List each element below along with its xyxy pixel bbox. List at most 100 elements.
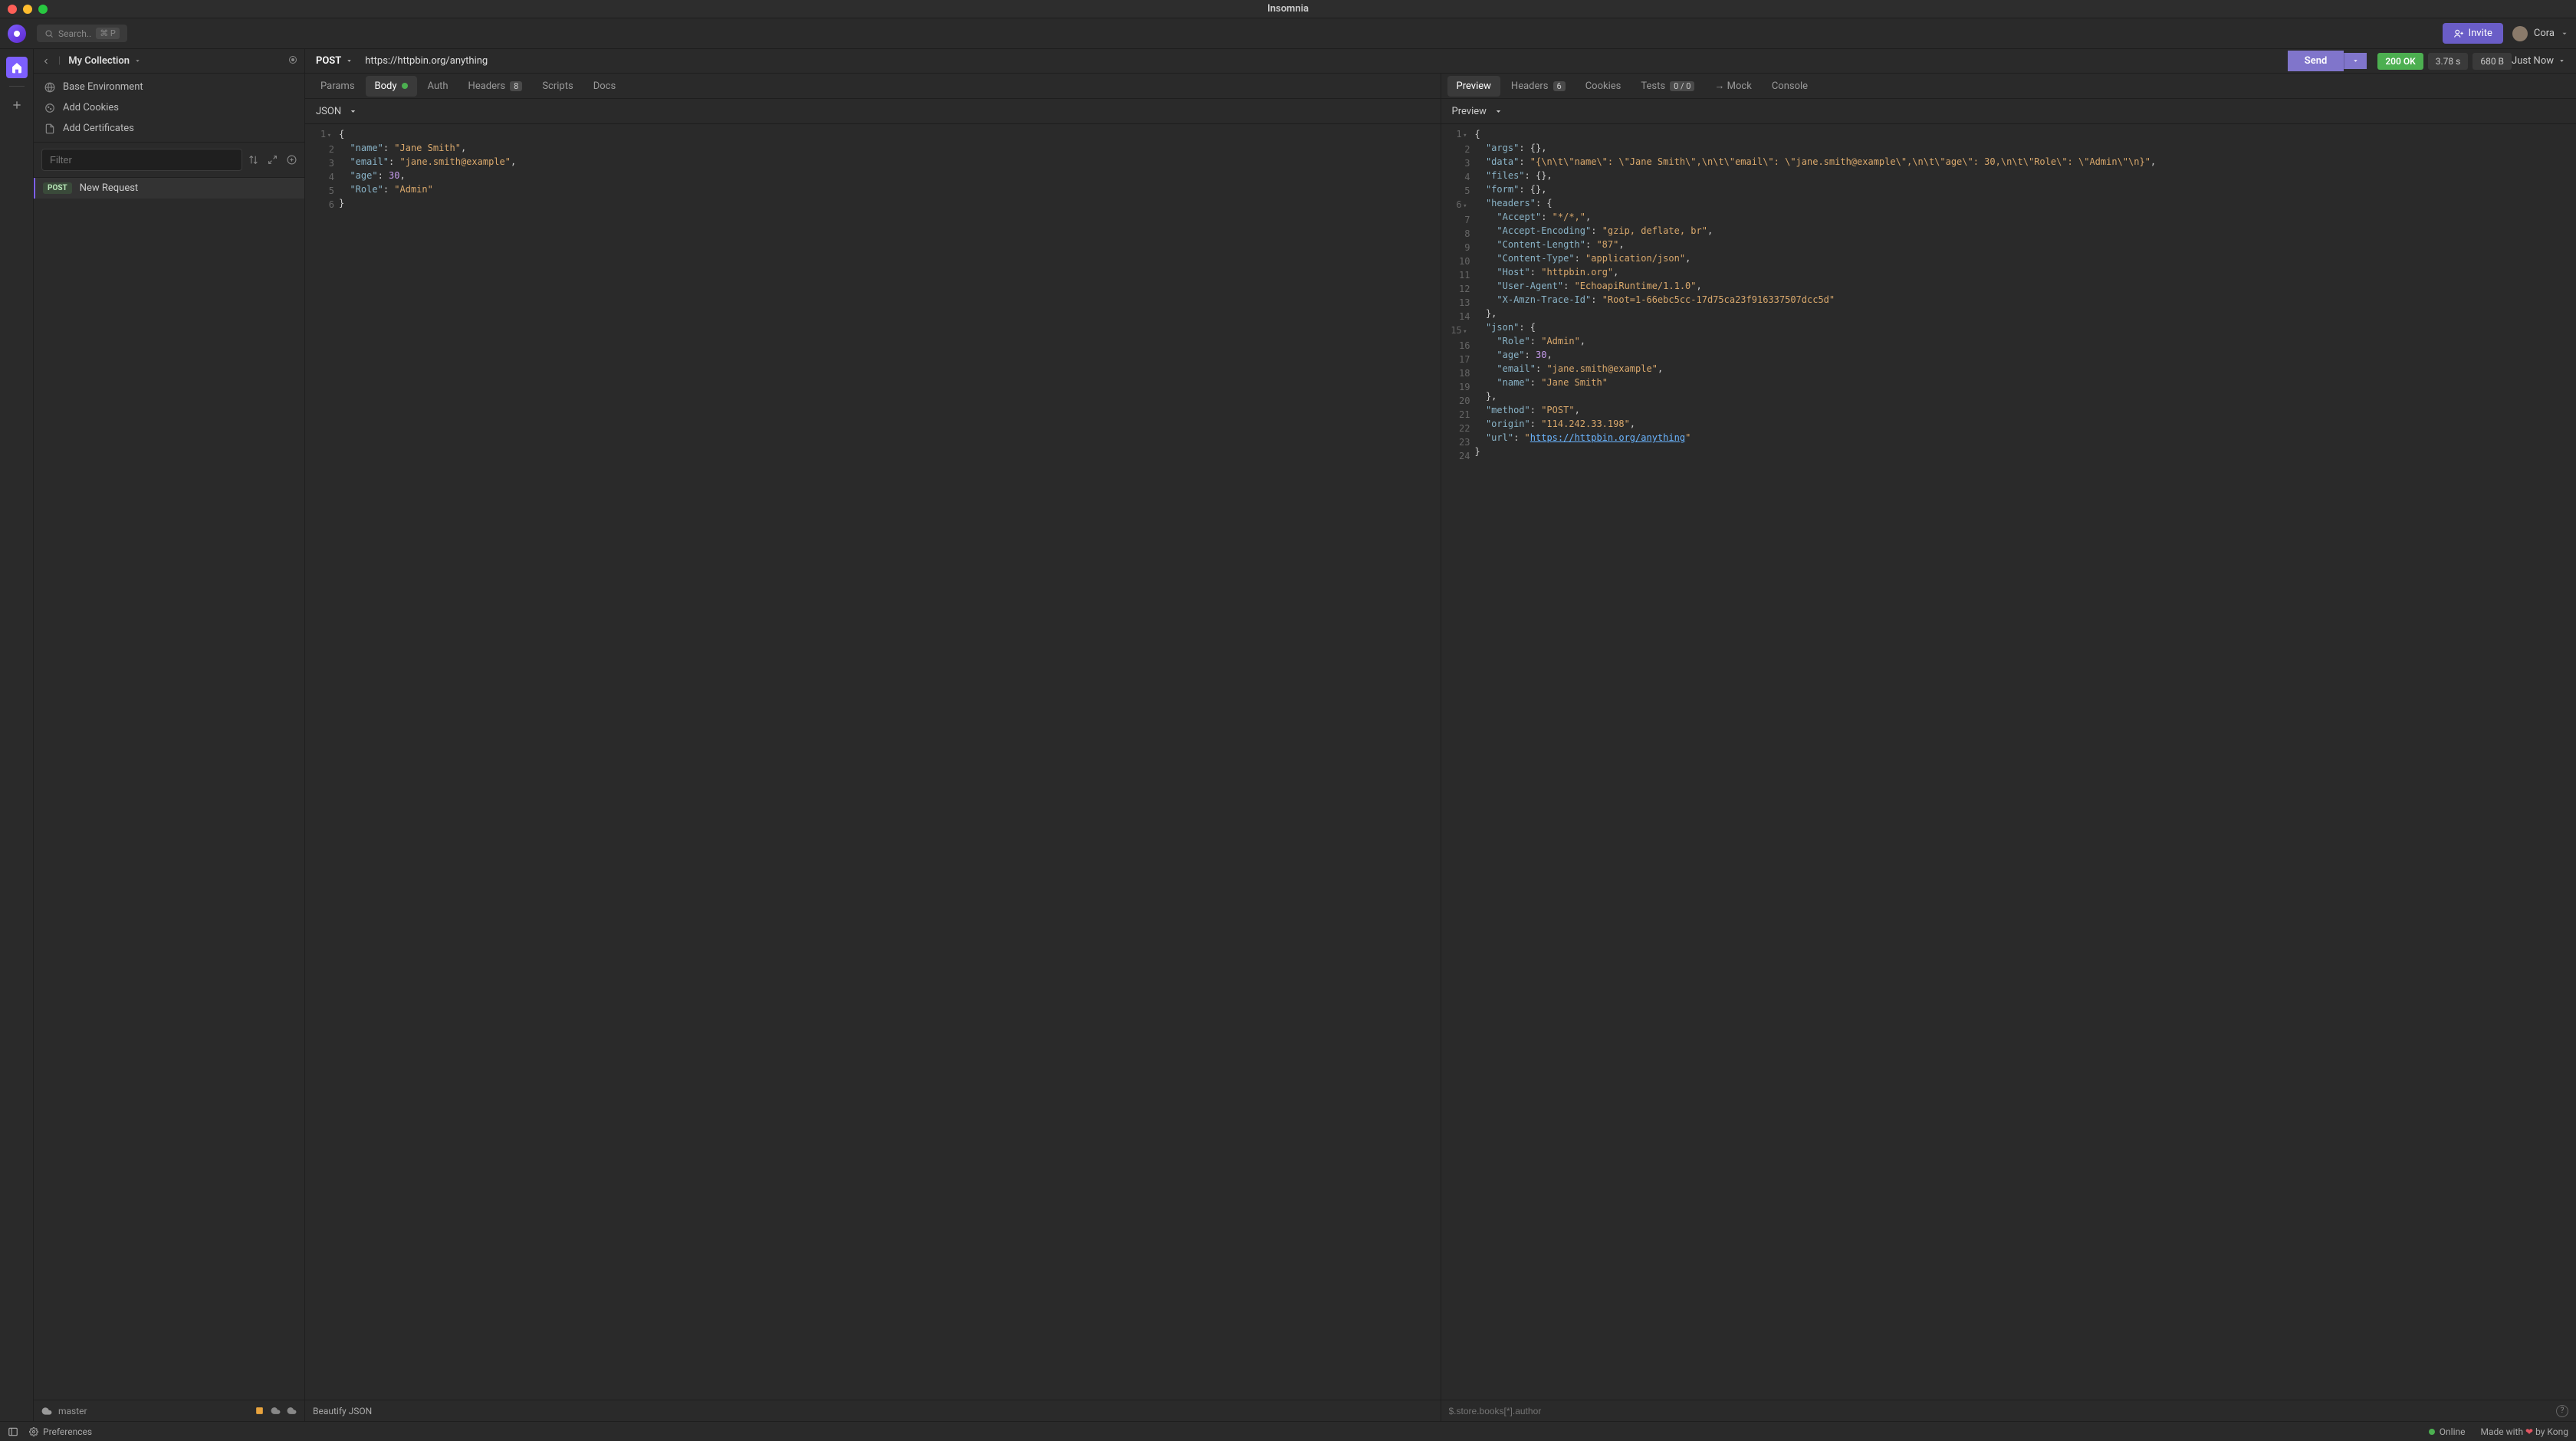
send-dropdown[interactable]: [2344, 53, 2367, 69]
tab-body[interactable]: Body: [366, 76, 417, 97]
sidebar: | My Collection Base Environment Add Coo…: [34, 49, 305, 1421]
made-by[interactable]: Made with ❤ by Kong: [2480, 1426, 2568, 1437]
collection-dropdown[interactable]: My Collection: [68, 55, 141, 67]
headers-count: 8: [510, 81, 522, 91]
sort-button[interactable]: [248, 155, 258, 165]
new-request-button[interactable]: [287, 155, 297, 165]
response-history-dropdown[interactable]: Just Now: [2512, 55, 2576, 67]
response-time: 3.78 s: [2428, 53, 2469, 70]
content-area: POST https://httpbin.org/anything Send 2…: [305, 49, 2576, 1421]
tab-headers[interactable]: Headers 8: [459, 76, 532, 97]
record-button[interactable]: [289, 55, 297, 67]
app-logo-icon[interactable]: [8, 25, 26, 43]
cloud-download[interactable]: [271, 1406, 281, 1416]
tab-params[interactable]: Params: [311, 76, 364, 97]
request-method-badge: POST: [43, 182, 72, 194]
sidebar-item-certs[interactable]: Add Certificates: [34, 118, 304, 139]
chevron-down-icon: [346, 57, 353, 64]
beautify-button[interactable]: Beautify JSON: [313, 1406, 372, 1416]
expand-button[interactable]: [268, 155, 278, 165]
sidebar-item-label: Base Environment: [63, 81, 143, 93]
sidebar-item-label: Add Cookies: [63, 102, 119, 113]
global-search[interactable]: Search.. ⌘ P: [37, 25, 127, 42]
tab-preview[interactable]: Preview: [1447, 76, 1500, 97]
chevron-down-icon: [2561, 30, 2568, 38]
user-plus-icon: [2453, 28, 2464, 39]
body-type-selector[interactable]: JSON: [305, 99, 1441, 124]
expand-icon: [268, 155, 278, 165]
sidebar-item-cookies[interactable]: Add Cookies: [34, 97, 304, 118]
search-placeholder: Search..: [58, 28, 91, 39]
tab-response-headers[interactable]: Headers 6: [1502, 76, 1575, 97]
request-body-editor[interactable]: 1 ▾23456 { "name": "Jane Smith", "email"…: [305, 124, 1441, 1400]
maximize-window-icon[interactable]: [38, 5, 48, 14]
sidebar-item-base-env[interactable]: Base Environment: [34, 77, 304, 97]
tests-count: 0 / 0: [1670, 81, 1694, 91]
window-title: Insomnia: [1267, 3, 1309, 15]
chevron-down-icon: [134, 57, 141, 64]
help-button[interactable]: ?: [2556, 1405, 2568, 1417]
plus-icon: [11, 99, 23, 111]
left-rail: [0, 49, 34, 1421]
method-dropdown[interactable]: POST: [311, 55, 357, 67]
preferences-link[interactable]: Preferences: [29, 1426, 92, 1437]
response-body-viewer[interactable]: 1 ▾23456 ▾789101112131415 ▾1617181920212…: [1441, 124, 2576, 1400]
tab-mock[interactable]: → Mock: [1705, 75, 1760, 97]
filter-input[interactable]: [41, 149, 242, 171]
cloud-upload[interactable]: [287, 1406, 297, 1416]
home-button[interactable]: [6, 57, 28, 78]
globe-icon: [44, 82, 55, 93]
chevron-left-icon: [41, 57, 51, 66]
request-list-item[interactable]: POST New Request: [34, 178, 304, 199]
tab-scripts[interactable]: Scripts: [533, 76, 582, 97]
headers-count: 6: [1553, 81, 1566, 91]
plus-circle-icon: [287, 155, 297, 165]
window-titlebar: Insomnia: [0, 0, 2576, 18]
invite-label: Invite: [2469, 28, 2492, 39]
jsonpath-filter-input[interactable]: [1449, 1406, 2551, 1416]
url-bar: POST https://httpbin.org/anything Send 2…: [305, 49, 2576, 74]
close-window-icon[interactable]: [8, 5, 17, 14]
tab-headers-label: Headers: [1511, 80, 1549, 92]
tab-body-label: Body: [375, 80, 397, 92]
filter-row: [34, 142, 304, 178]
git-branch[interactable]: master: [58, 1406, 87, 1416]
cloud-download-icon: [271, 1406, 281, 1416]
tab-auth[interactable]: Auth: [419, 76, 458, 97]
toggle-sidebar-button[interactable]: [8, 1426, 18, 1437]
panel-icon: [8, 1426, 18, 1437]
request-pane: Params Body Auth Headers 8 Scripts Docs …: [305, 74, 1441, 1421]
collection-name: My Collection: [68, 55, 130, 67]
back-button[interactable]: [41, 57, 51, 66]
cookie-icon: [44, 103, 55, 113]
cloud-icon: [41, 1406, 52, 1416]
home-icon: [11, 61, 23, 74]
tab-headers-label: Headers: [468, 80, 506, 92]
box-icon: [255, 1406, 264, 1416]
send-button[interactable]: Send: [2288, 51, 2344, 71]
add-button[interactable]: [6, 94, 28, 116]
rail-divider: [9, 86, 25, 87]
traffic-lights: [8, 5, 48, 14]
url-input[interactable]: https://httpbin.org/anything: [357, 55, 2288, 67]
tab-tests-label: Tests: [1641, 80, 1665, 92]
target-icon: [289, 56, 297, 64]
response-pane: Preview Headers 6 Cookies Tests 0 / 0 → …: [1441, 74, 2576, 1421]
tab-cookies[interactable]: Cookies: [1576, 76, 1631, 97]
method-label: POST: [316, 55, 341, 67]
sort-icon: [248, 155, 258, 165]
user-menu[interactable]: Cora: [2512, 26, 2568, 41]
response-timestamp: Just Now: [2512, 55, 2554, 67]
invite-button[interactable]: Invite: [2443, 23, 2503, 44]
app-toolbar: Search.. ⌘ P Invite Cora: [0, 18, 2576, 49]
tab-tests[interactable]: Tests 0 / 0: [1631, 76, 1704, 97]
tab-docs[interactable]: Docs: [584, 76, 625, 97]
sidebar-item-label: Add Certificates: [63, 123, 134, 134]
user-name: Cora: [2534, 28, 2555, 39]
sync-warning[interactable]: [255, 1406, 264, 1416]
response-status-badge: 200 OK: [2377, 53, 2423, 70]
minimize-window-icon[interactable]: [23, 5, 32, 14]
response-view-selector[interactable]: Preview: [1441, 99, 2576, 124]
avatar: [2512, 26, 2528, 41]
tab-console[interactable]: Console: [1763, 76, 1817, 97]
